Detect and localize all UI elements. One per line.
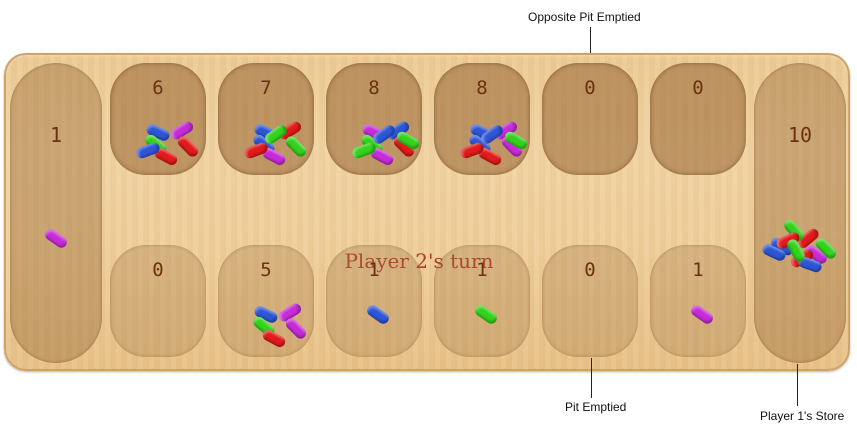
bottom-pit-3[interactable]: 1	[326, 245, 422, 357]
bottom-pit-6[interactable]: 1	[650, 245, 746, 357]
right-store: 10	[754, 63, 846, 363]
bottom-pit-5-count: 0	[584, 259, 596, 281]
bean-purple	[43, 227, 69, 250]
annotation-opposite-pit-emptied: Opposite Pit Emptied	[528, 10, 641, 24]
top-pit-2[interactable]: 7	[218, 63, 314, 175]
bottom-pit-1[interactable]: 0	[110, 245, 206, 357]
right-store-count: 10	[787, 123, 813, 147]
bottom-pit-4-count: 1	[476, 259, 488, 281]
bottom-pit-1-count: 0	[152, 259, 164, 281]
bottom-pit-2[interactable]: 5	[218, 245, 314, 357]
top-pit-6[interactable]: 0	[650, 63, 746, 175]
bean-green	[283, 134, 309, 159]
annotation-player1-store: Player 1's Store	[760, 409, 845, 423]
annotation-pit-emptied: Pit Emptied	[565, 400, 627, 414]
bottom-pit-3-count: 1	[368, 259, 380, 281]
annotation-line-player1-store	[797, 364, 798, 406]
top-pit-5-count: 0	[584, 77, 596, 99]
bean-purple	[689, 303, 715, 326]
top-pit-6-count: 0	[692, 77, 704, 99]
mancala-board: 1 6 7 8 8 0 0 Player 2's turn 0 5 1 1 0 …	[4, 53, 850, 371]
bean-green	[473, 303, 499, 326]
bean-red	[175, 134, 201, 159]
top-pit-3-count: 8	[368, 77, 380, 99]
top-pit-2-count: 7	[260, 77, 272, 99]
left-store-count: 1	[49, 123, 63, 147]
bean-blue	[365, 303, 391, 326]
bottom-pit-6-count: 1	[692, 259, 704, 281]
top-pit-5[interactable]: 0	[542, 63, 638, 175]
annotation-line-pit-emptied	[591, 358, 592, 398]
top-pit-1[interactable]: 6	[110, 63, 206, 175]
bottom-pit-4[interactable]: 1	[434, 245, 530, 357]
top-pit-4[interactable]: 8	[434, 63, 530, 175]
top-pit-3[interactable]: 8	[326, 63, 422, 175]
bottom-pit-2-count: 5	[260, 259, 272, 281]
top-pit-4-count: 8	[476, 77, 488, 99]
left-store: 1	[10, 63, 102, 363]
bean-purple	[283, 316, 309, 341]
bottom-pit-5[interactable]: 0	[542, 245, 638, 357]
top-pit-1-count: 6	[152, 77, 164, 99]
